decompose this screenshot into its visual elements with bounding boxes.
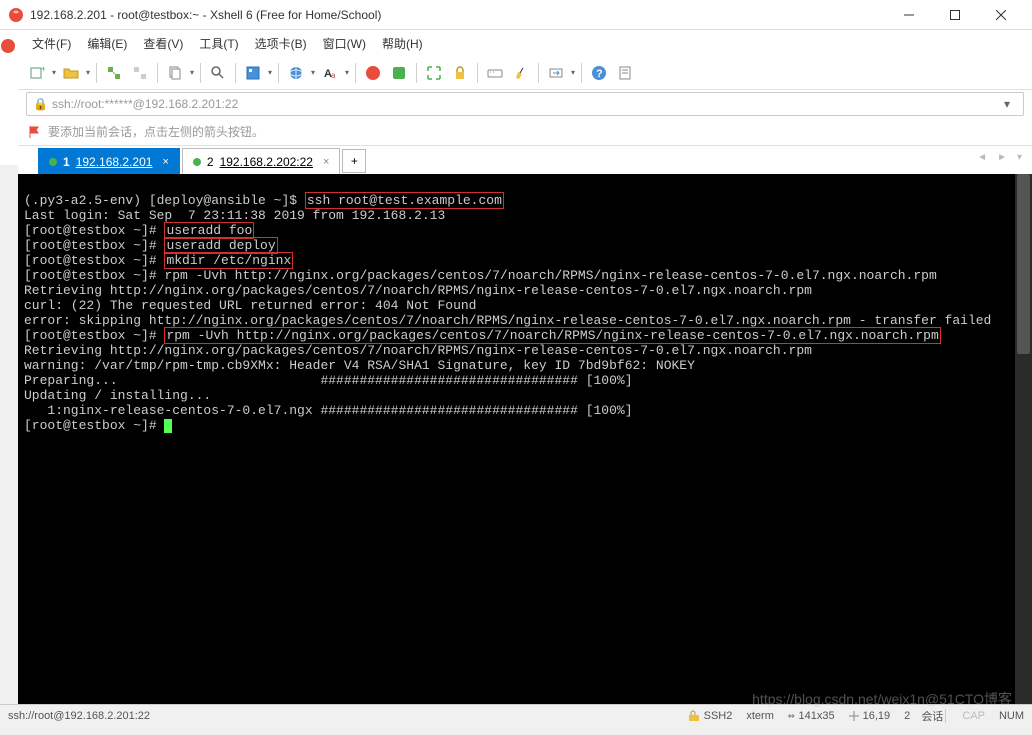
status-cap: CAP: [962, 710, 985, 722]
menu-view[interactable]: 查看(V): [135, 31, 191, 56]
terminal-scrollbar[interactable]: [1015, 174, 1032, 704]
svg-text:a: a: [331, 71, 336, 80]
window-controls: [886, 0, 1024, 30]
tab-close-icon[interactable]: ×: [162, 156, 168, 168]
menu-help[interactable]: 帮助(H): [374, 31, 431, 56]
properties-icon[interactable]: [241, 61, 265, 85]
status-num: NUM: [999, 710, 1024, 722]
lock-small-icon: 🔒: [33, 97, 48, 111]
tab-num: 2: [207, 155, 214, 169]
status-term: xterm: [746, 710, 774, 722]
minimize-button[interactable]: [886, 0, 932, 30]
globe-icon[interactable]: [284, 61, 308, 85]
title-bar: 192.168.2.201 - root@testbox:~ - Xshell …: [0, 0, 1032, 30]
tab-1[interactable]: 1 192.168.2.201 ×: [38, 148, 180, 174]
fullscreen-icon[interactable]: [422, 61, 446, 85]
address-text: ssh://root:******@192.168.2.201:22: [52, 97, 238, 111]
lock-icon[interactable]: [448, 61, 472, 85]
terminal[interactable]: (.py3-a2.5-env) [deploy@ansible ~]$ ssh …: [18, 174, 1032, 704]
window-title: 192.168.2.201 - root@testbox:~ - Xshell …: [30, 8, 886, 22]
tab-list-icon[interactable]: ▾: [1013, 150, 1026, 165]
tab-num: 1: [63, 155, 70, 169]
left-strip: [0, 30, 18, 165]
copy-dropdown[interactable]: ▾: [188, 61, 196, 85]
address-input[interactable]: 🔒 ssh://root:******@192.168.2.201:22 ▾: [26, 92, 1024, 116]
svg-text:+: +: [41, 65, 45, 74]
status-path: ssh://root@192.168.2.201:22: [8, 710, 674, 722]
address-bar: 🔒 ssh://root:******@192.168.2.201:22 ▾: [18, 90, 1032, 118]
app-icon: [8, 7, 24, 23]
copy-icon[interactable]: [163, 61, 187, 85]
maximize-button[interactable]: [932, 0, 978, 30]
close-button[interactable]: [978, 0, 1024, 30]
highlight-icon[interactable]: [509, 61, 533, 85]
menu-file[interactable]: 文件(F): [24, 31, 79, 56]
toolbar: + ▾ ▾ ▾ ▾ ▾ Aa ▾ ▾ ?: [18, 56, 1032, 90]
menu-bar: 文件(F) 编辑(E) 查看(V) 工具(T) 选项卡(B) 窗口(W) 帮助(…: [18, 30, 1032, 56]
tab-bar: 1 192.168.2.201 × 2 192.168.2.202:22 × +…: [18, 146, 1032, 174]
scrollbar-thumb[interactable]: [1017, 174, 1030, 354]
keyboard-icon[interactable]: [483, 61, 507, 85]
tab-label: 192.168.2.201: [76, 155, 153, 169]
menu-window[interactable]: 窗口(W): [315, 31, 374, 56]
tab-next-icon[interactable]: ►: [993, 150, 1011, 165]
tab-close-icon[interactable]: ×: [323, 156, 329, 168]
status-bar: ssh://root@192.168.2.201:22 SSH2 xterm ⇔…: [0, 704, 1032, 726]
menu-tools[interactable]: 工具(T): [191, 31, 246, 56]
new-session-dropdown[interactable]: ▾: [50, 61, 58, 85]
status-pos: 16,19: [849, 710, 891, 722]
tab-prev-icon[interactable]: ◄: [973, 150, 991, 165]
flag-icon[interactable]: [28, 125, 42, 139]
tab-2[interactable]: 2 192.168.2.202:22 ×: [182, 148, 341, 174]
tab-status-icon: [193, 158, 201, 166]
font-dropdown[interactable]: ▾: [343, 61, 351, 85]
tab-status-icon: [49, 158, 57, 166]
find-icon[interactable]: [206, 61, 230, 85]
status-sessions: 2 会话: [904, 708, 943, 724]
cursor: [164, 419, 172, 433]
status-proto: SSH2: [688, 710, 733, 722]
properties-dropdown[interactable]: ▾: [266, 61, 274, 85]
tab-nav: ◄ ► ▾: [973, 150, 1026, 165]
new-session-icon[interactable]: +: [25, 61, 49, 85]
info-bar: 要添加当前会话，点击左侧的箭头按钮。: [18, 118, 1032, 146]
globe-dropdown[interactable]: ▾: [309, 61, 317, 85]
open-session-dropdown[interactable]: ▾: [84, 61, 92, 85]
script-icon[interactable]: [613, 61, 637, 85]
status-size: ⇔141x35: [788, 709, 835, 722]
transfer-icon[interactable]: [544, 61, 568, 85]
reconnect-icon[interactable]: [102, 61, 126, 85]
xftp-icon[interactable]: [387, 61, 411, 85]
svg-text:?: ?: [596, 68, 603, 80]
menu-tabs[interactable]: 选项卡(B): [247, 31, 315, 56]
font-icon[interactable]: Aa: [318, 61, 342, 85]
transfer-dropdown[interactable]: ▾: [569, 61, 577, 85]
xshell-icon[interactable]: [361, 61, 385, 85]
tab-add-button[interactable]: +: [342, 149, 366, 173]
tab-label: 192.168.2.202:22: [220, 155, 313, 169]
help-icon[interactable]: ?: [587, 61, 611, 85]
open-session-icon[interactable]: [59, 61, 83, 85]
disconnect-icon[interactable]: [128, 61, 152, 85]
menu-edit[interactable]: 编辑(E): [79, 31, 135, 56]
address-dropdown[interactable]: ▾: [997, 97, 1017, 111]
info-hint: 要添加当前会话，点击左侧的箭头按钮。: [48, 123, 264, 140]
